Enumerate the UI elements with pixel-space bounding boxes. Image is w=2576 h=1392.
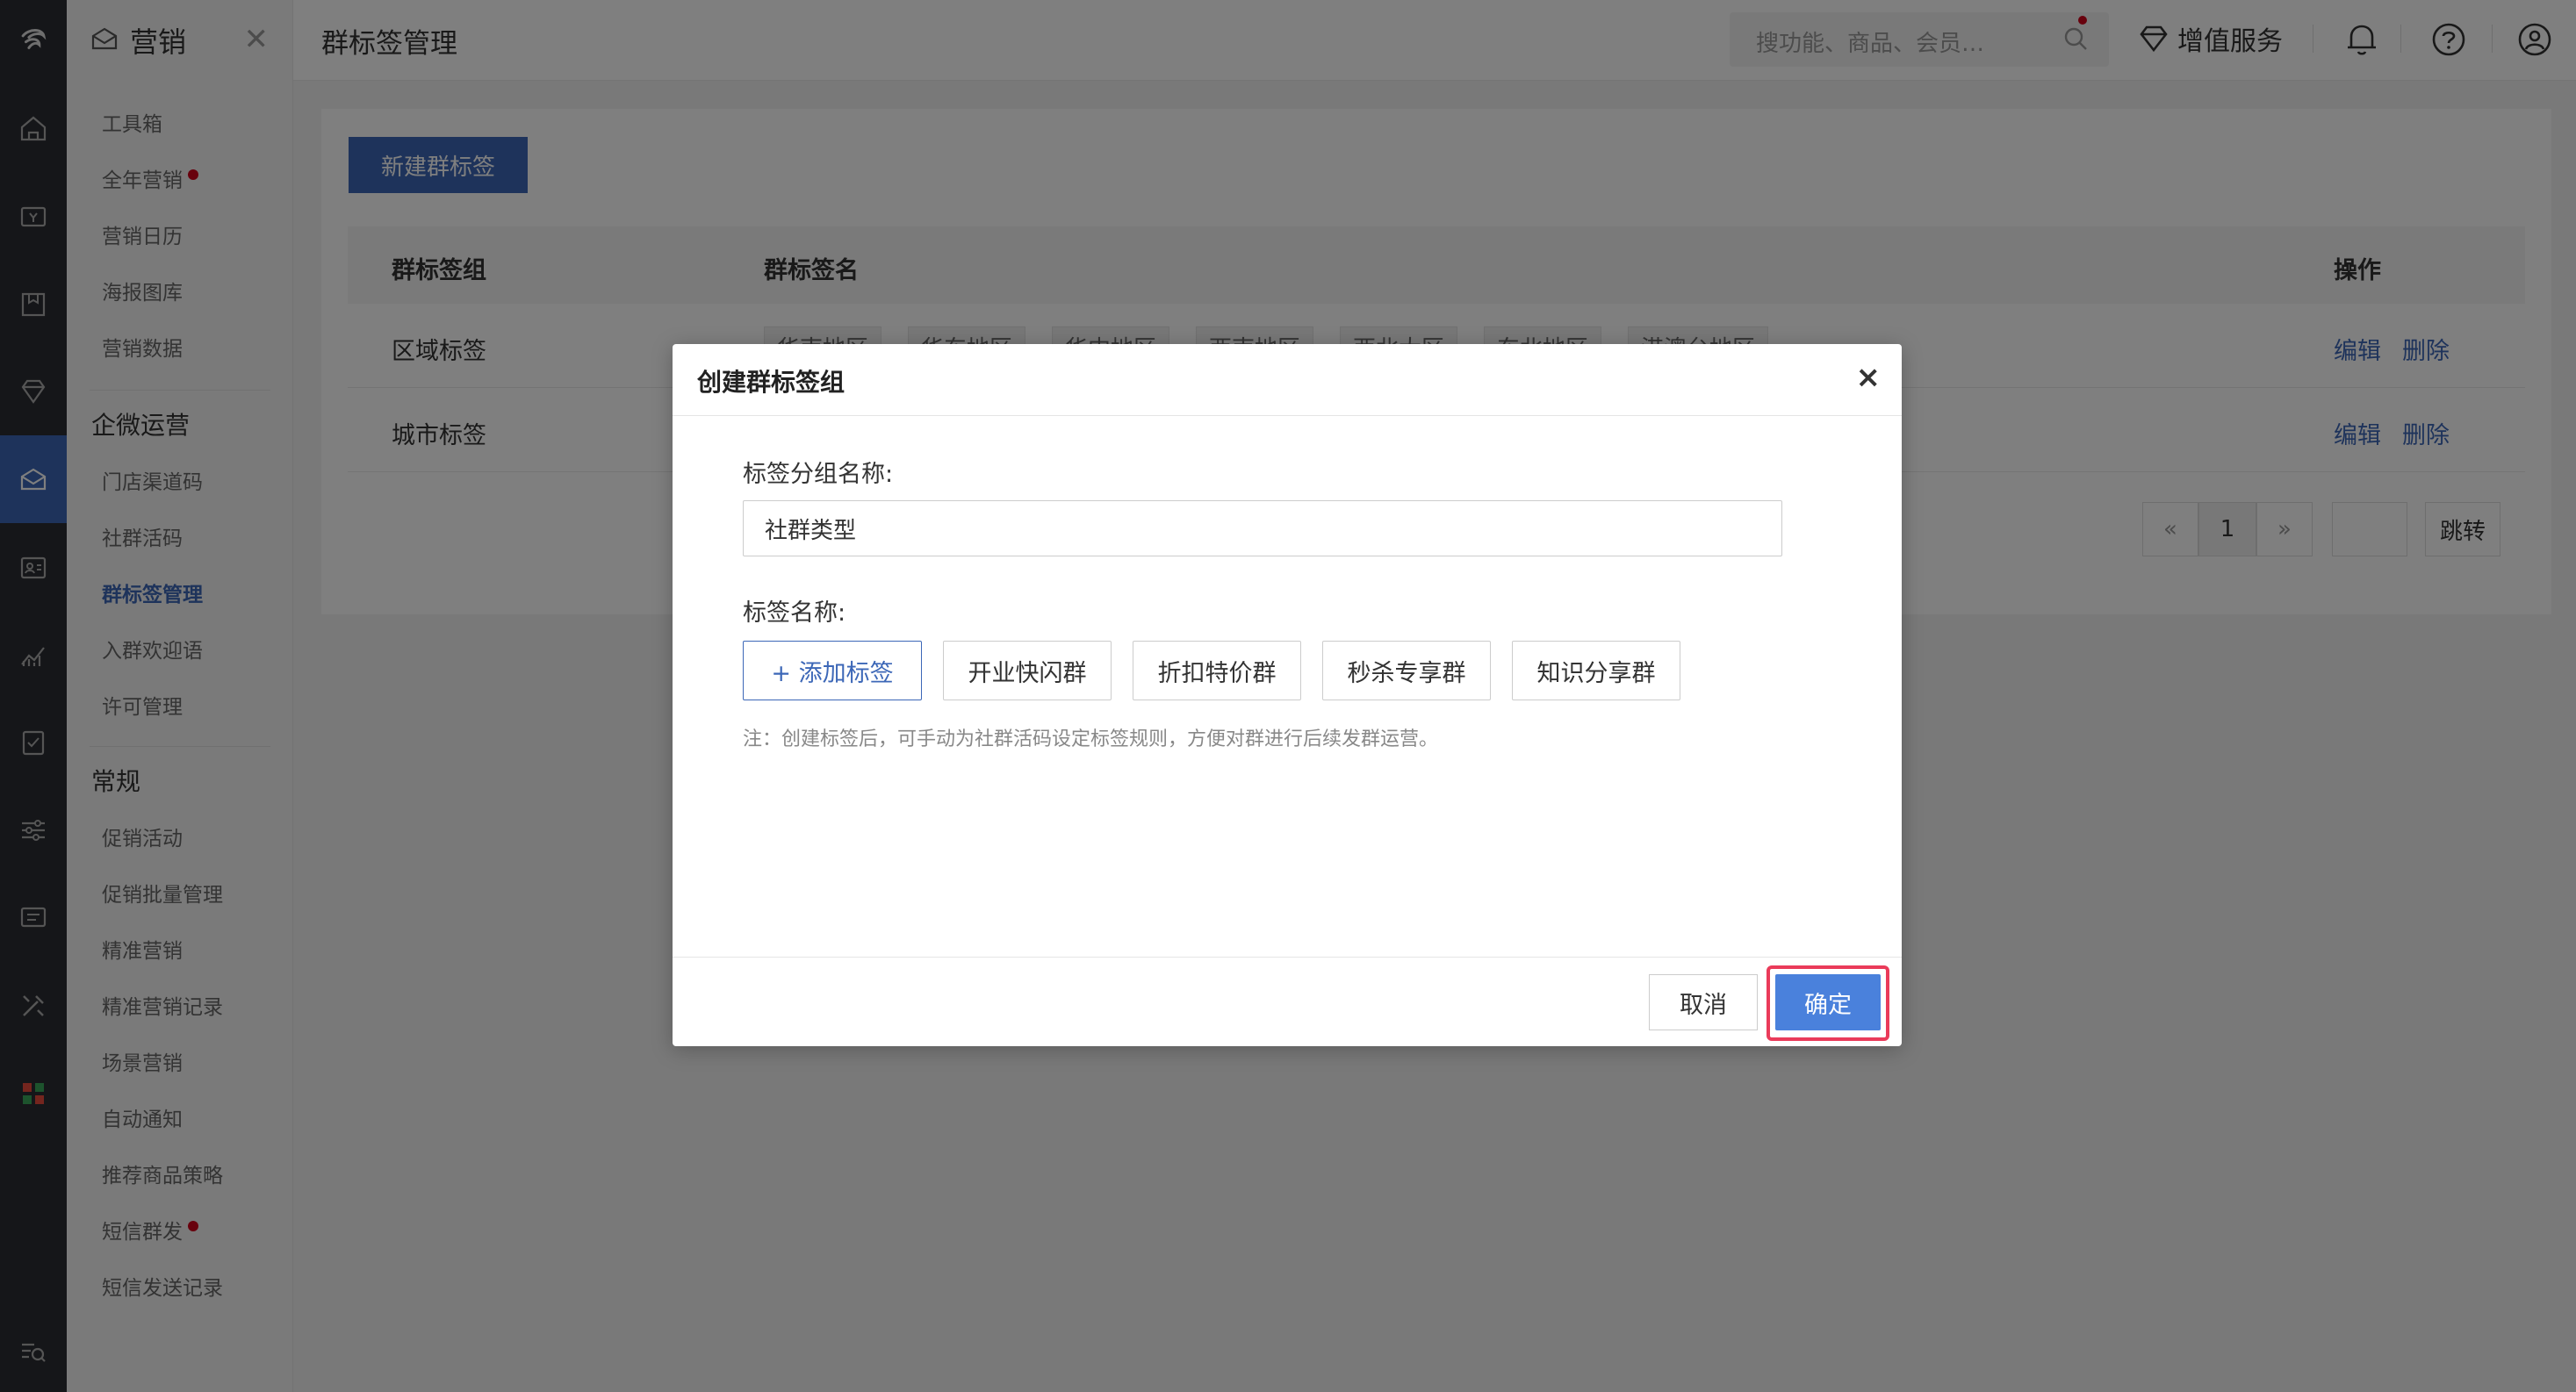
tag-button[interactable]: 秒杀专享群 — [1322, 641, 1491, 700]
modal-header: 创建群标签组 × — [673, 344, 1902, 416]
group-name-label: 标签分组名称: — [743, 461, 894, 488]
tag-button[interactable]: 折扣特价群 — [1133, 641, 1301, 700]
modal-note: 注：创建标签后，可手动为社群活码设定标签规则，方便对群进行后续发群运营。 — [743, 728, 1439, 750]
cancel-button[interactable]: 取消 — [1649, 974, 1758, 1030]
confirm-button[interactable]: 确定 — [1775, 974, 1881, 1030]
create-group-tag-modal: 创建群标签组 × 标签分组名称: 标签名称: + 添加标签 开业快闪群 折扣特价… — [673, 344, 1902, 1046]
modal-title: 创建群标签组 — [697, 368, 845, 397]
add-tag-button[interactable]: + 添加标签 — [743, 641, 922, 700]
tag-button[interactable]: 开业快闪群 — [943, 641, 1112, 700]
group-name-input[interactable] — [743, 500, 1782, 556]
tag-button[interactable]: 知识分享群 — [1512, 641, 1680, 700]
tag-name-label: 标签名称: — [743, 599, 846, 627]
modal-footer-divider — [673, 957, 1902, 958]
close-icon[interactable]: × — [1856, 360, 1882, 395]
